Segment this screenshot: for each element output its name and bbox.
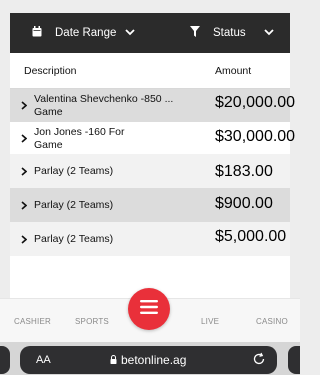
filter-bar: Date Range Status [10,13,290,53]
row-description: Parlay (2 Teams) [34,165,114,177]
row-description: Jon Jones -160 For Game [34,126,125,151]
chevron-right-icon [20,165,28,177]
date-range-label: Date Range [55,27,117,39]
amount-badge: $183.00 [215,163,273,180]
previous-tab-edge[interactable] [0,346,10,374]
row-description: Parlay (2 Teams) [34,199,114,211]
chevron-right-icon [20,199,28,211]
chevron-right-icon [20,233,28,245]
status-filter[interactable]: Status [190,13,274,53]
chevron-right-icon [20,99,28,111]
url-display[interactable]: betonline.ag [110,353,186,367]
chevron-down-icon [125,27,136,39]
text-size-button[interactable]: AA [36,354,51,366]
url-text: betonline.ag [121,353,187,367]
header-amount: Amount [215,65,252,77]
next-tab-edge[interactable] [288,346,300,374]
amount-badge: $30,000.00 [215,128,296,145]
row-description: Parlay (2 Teams) [34,233,114,245]
row-description: Valentina Shevchenko -850 ... Game [34,93,174,118]
menu-button[interactable] [128,288,170,330]
header-description: Description [24,65,77,77]
filter-icon [190,26,200,40]
amount-badge: $5,000.00 [215,228,287,245]
address-bar[interactable]: AA betonline.ag [20,346,277,374]
nav-live[interactable]: LIVE [201,317,219,326]
nav-cashier[interactable]: CASHIER [14,317,51,326]
wagers-table: Description Amount Valentina Shevchenko … [10,53,295,298]
chevron-right-icon [20,132,28,144]
hamburger-menu-icon [140,299,158,319]
page: Date Range Status Description Amount Val… [0,0,300,375]
browser-toolbar: AA betonline.ag [0,342,300,375]
status-label: Status [213,27,246,39]
chevron-down-icon [263,27,274,39]
nav-casino[interactable]: CASINO [256,317,288,326]
calendar-icon [32,26,42,40]
reload-icon[interactable] [252,352,266,371]
nav-sports[interactable]: SPORTS [75,317,109,326]
amount-badge: $20,000.00 [215,94,296,111]
amount-badge: $900.00 [215,195,273,212]
date-range-filter[interactable]: Date Range [32,13,136,53]
lock-icon [110,353,117,367]
table-header: Description Amount [10,53,290,88]
